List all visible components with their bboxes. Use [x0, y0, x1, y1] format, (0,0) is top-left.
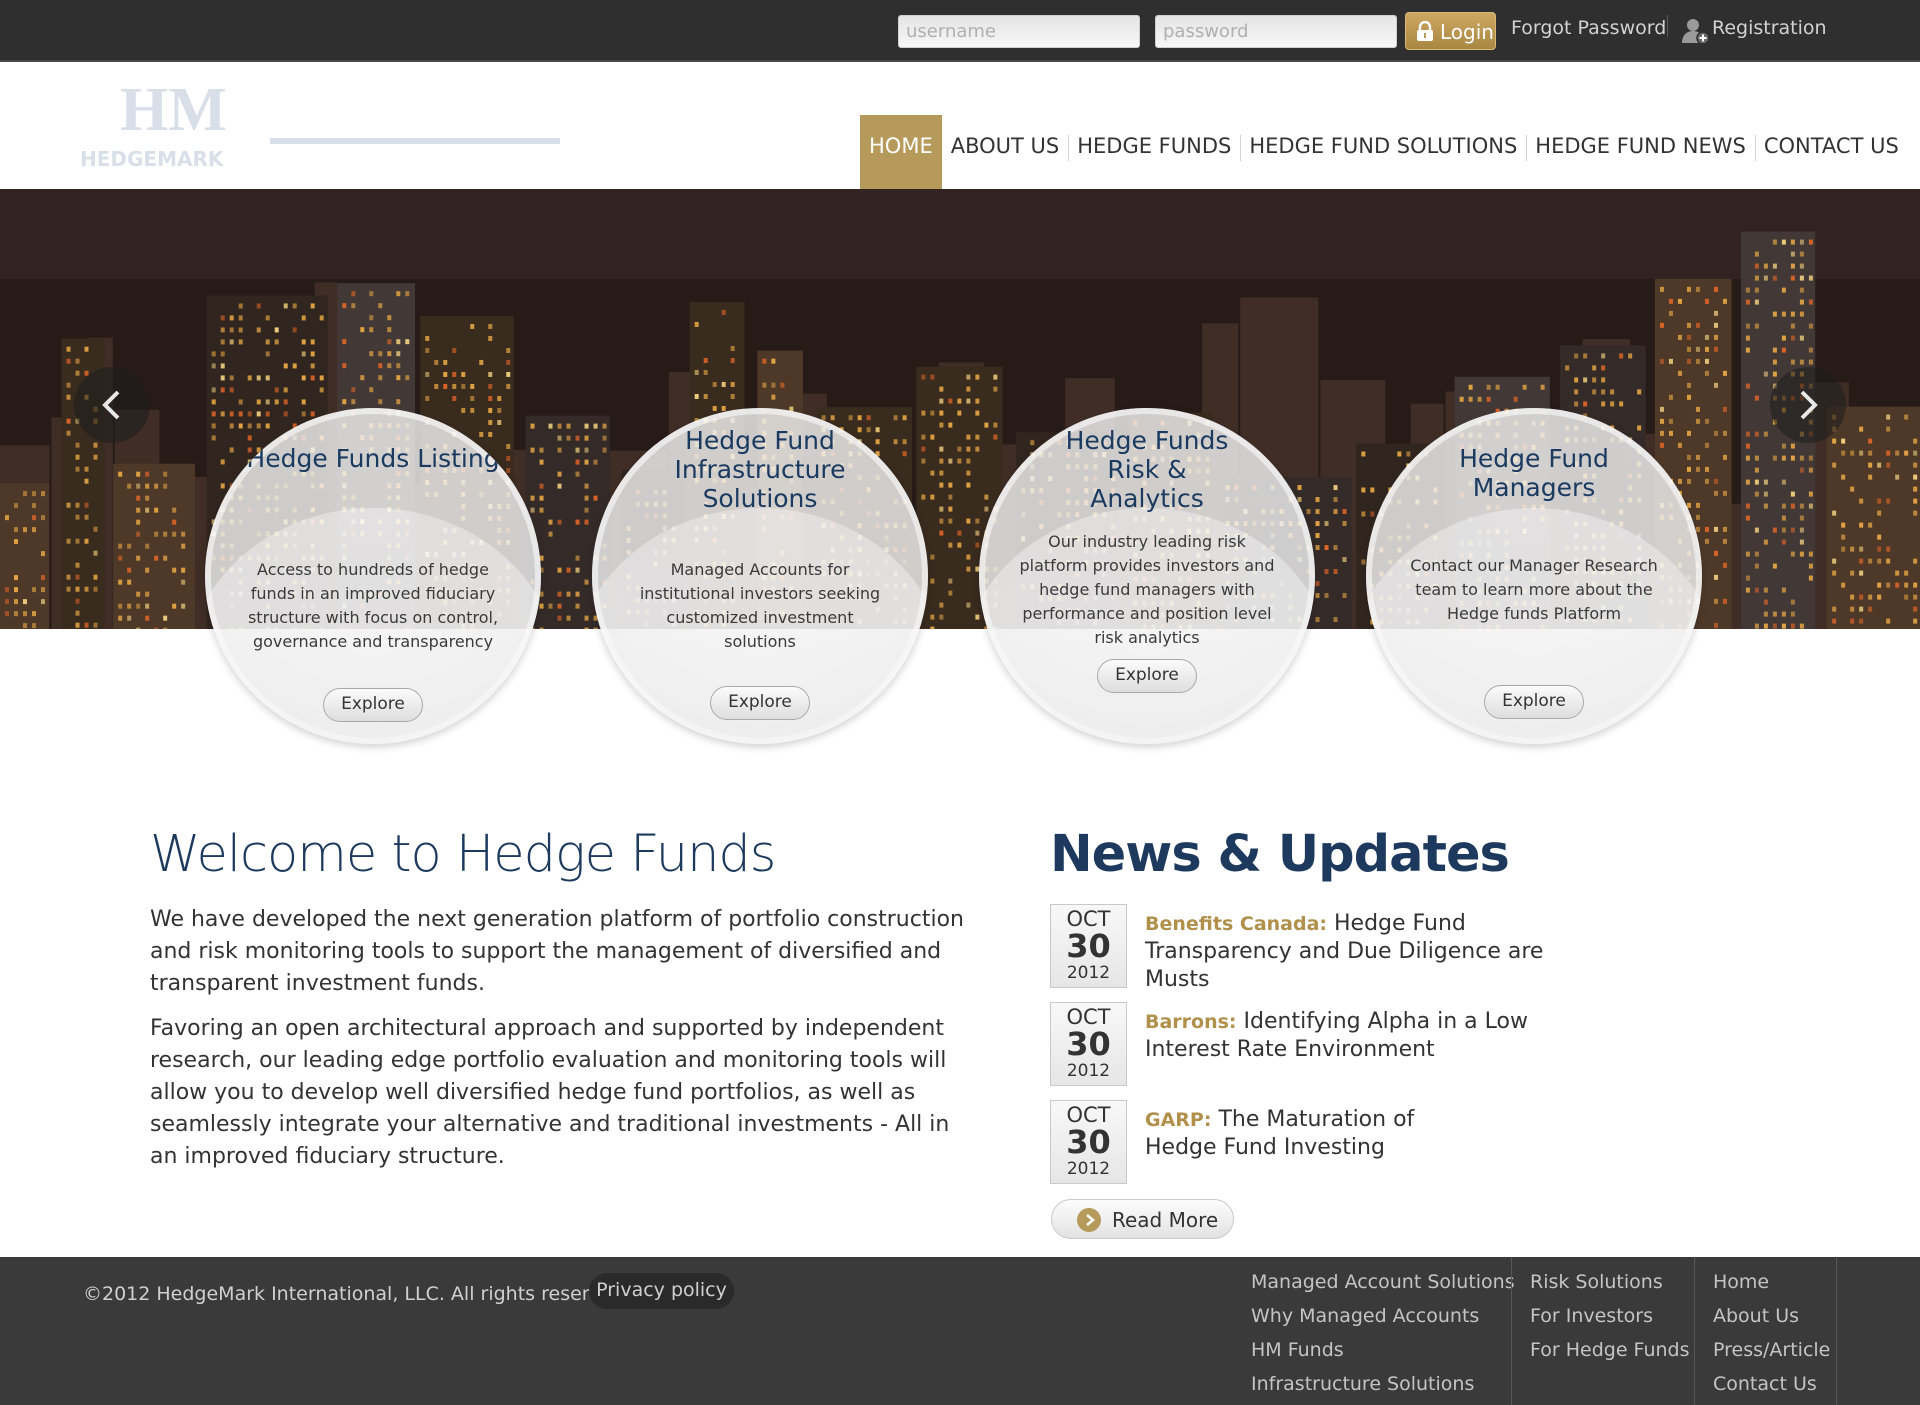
- site-logo[interactable]: HM HEDGEMARK: [80, 70, 570, 171]
- chevron-right-icon: [1800, 390, 1818, 420]
- news-source: Barrons:: [1145, 1011, 1237, 1033]
- date-day: 30: [1066, 1025, 1111, 1063]
- welcome-heading: Welcome to Hedge Funds: [150, 825, 776, 884]
- footer-link[interactable]: Managed Account Solutions: [1251, 1265, 1515, 1299]
- nav-about-us[interactable]: ABOUT US: [942, 115, 1069, 189]
- footer-link[interactable]: Press/Article: [1713, 1333, 1830, 1367]
- slider-next-button[interactable]: [1770, 367, 1846, 443]
- explore-button[interactable]: Explore: [323, 688, 423, 722]
- explore-button[interactable]: Explore: [1484, 685, 1584, 719]
- footer-link[interactable]: Infrastructure Solutions: [1251, 1367, 1515, 1401]
- footer-link[interactable]: Risk Solutions: [1530, 1265, 1690, 1299]
- slider-prev-button[interactable]: [74, 367, 150, 443]
- top-bar: Login Forgot Password Registration: [0, 0, 1920, 62]
- footer-column-risk: Risk Solutions For Investors For Hedge F…: [1530, 1265, 1690, 1367]
- card-description: Managed Accounts for institutional inves…: [639, 560, 881, 651]
- explore-button[interactable]: Explore: [710, 686, 810, 720]
- footer-column-solutions: Managed Account Solutions Why Managed Ac…: [1251, 1265, 1515, 1401]
- login-button[interactable]: Login: [1405, 12, 1496, 50]
- card-title: Hedge Fund Infrastructure Solutions: [674, 426, 846, 513]
- footer-link[interactable]: For Investors: [1530, 1299, 1690, 1333]
- nav-contact-us[interactable]: CONTACT US: [1754, 115, 1908, 189]
- read-more-button[interactable]: Read More: [1051, 1199, 1234, 1239]
- date-day: 30: [1066, 1123, 1111, 1161]
- news-source: Benefits Canada:: [1145, 913, 1328, 935]
- feature-card-risk-analytics: Hedge Funds Risk & Analytics Our industr…: [979, 408, 1315, 744]
- user-add-icon[interactable]: [1681, 16, 1711, 46]
- topbar-divider: [1667, 15, 1668, 37]
- news-item[interactable]: OCT 30 2012 Barrons: Identifying Alpha i…: [1050, 1002, 1590, 1086]
- read-more-label: Read More: [1112, 1208, 1219, 1232]
- news-headline[interactable]: Benefits Canada: Hedge Fund Transparency…: [1145, 910, 1585, 994]
- footer-divider: [1836, 1257, 1837, 1405]
- footer-divider: [1694, 1257, 1695, 1405]
- news-item[interactable]: OCT 30 2012 Benefits Canada: Hedge Fund …: [1050, 904, 1590, 992]
- footer-column-site: Home About Us Press/Article Contact Us: [1713, 1265, 1830, 1401]
- chevron-left-icon: [102, 390, 120, 420]
- date-year: 2012: [1066, 1061, 1111, 1081]
- arrow-circle-icon: [1077, 1208, 1101, 1232]
- news-source: GARP:: [1145, 1109, 1212, 1131]
- footer-link[interactable]: Contact Us: [1713, 1367, 1830, 1401]
- footer-divider: [1511, 1257, 1512, 1405]
- welcome-paragraph: Favoring an open architectural approach …: [150, 1016, 950, 1169]
- news-headline[interactable]: Barrons: Identifying Alpha in a Low Inte…: [1145, 1008, 1585, 1064]
- main-nav: HOME ABOUT US HEDGE FUNDS HEDGE FUND SOL…: [860, 115, 1908, 189]
- news-headline[interactable]: GARP: The Maturation of Hedge Fund Inves…: [1145, 1106, 1485, 1162]
- footer-link[interactable]: For Hedge Funds: [1530, 1333, 1690, 1367]
- news-heading: News & Updates: [1050, 825, 1510, 884]
- card-description: Our industry leading risk platform provi…: [1019, 532, 1275, 647]
- forgot-password-link[interactable]: Forgot Password: [1511, 17, 1666, 39]
- explore-button[interactable]: Explore: [1097, 659, 1197, 693]
- card-title: Hedge Fund Managers: [1459, 444, 1609, 502]
- welcome-paragraph: We have developed the next generation pl…: [150, 907, 964, 996]
- site-footer: ©2012 HedgeMark International, LLC. All …: [0, 1257, 1920, 1405]
- svg-text:HM: HM: [120, 76, 227, 144]
- nav-hedge-fund-solutions[interactable]: HEDGE FUND SOLUTIONS: [1240, 115, 1526, 189]
- feature-card-hedge-funds-listing: Hedge Funds Listing Access to hundreds o…: [205, 408, 541, 744]
- nav-hedge-fund-news[interactable]: HEDGE FUND NEWS: [1526, 115, 1755, 189]
- card-title: Hedge Funds Risk & Analytics: [1065, 426, 1229, 513]
- nav-home[interactable]: HOME: [860, 115, 942, 189]
- card-description: Access to hundreds of hedge funds in an …: [247, 560, 499, 651]
- date-year: 2012: [1066, 1159, 1111, 1179]
- date-badge: OCT 30 2012: [1050, 904, 1127, 988]
- footer-link[interactable]: HM Funds: [1251, 1333, 1515, 1367]
- password-input[interactable]: [1155, 15, 1397, 48]
- lock-icon: [1417, 21, 1433, 41]
- card-description: Contact our Manager Research team to lea…: [1410, 556, 1658, 623]
- date-day: 30: [1066, 927, 1111, 965]
- date-badge: OCT 30 2012: [1050, 1100, 1127, 1184]
- login-label: Login: [1440, 20, 1494, 44]
- feature-card-hedge-fund-managers: Hedge Fund Managers Contact our Manager …: [1366, 408, 1702, 744]
- copyright-text: ©2012 HedgeMark International, LLC. All …: [83, 1283, 631, 1305]
- footer-link[interactable]: Why Managed Accounts: [1251, 1299, 1515, 1333]
- date-badge: OCT 30 2012: [1050, 1002, 1127, 1086]
- footer-link[interactable]: About Us: [1713, 1299, 1830, 1333]
- svg-text:HEDGEMARK: HEDGEMARK: [80, 147, 225, 170]
- site-header: HM HEDGEMARK HOME ABOUT US HEDGE FUNDS H…: [0, 62, 1920, 189]
- news-item[interactable]: OCT 30 2012 GARP: The Maturation of Hedg…: [1050, 1100, 1590, 1184]
- registration-link[interactable]: Registration: [1712, 17, 1827, 39]
- footer-link[interactable]: Home: [1713, 1265, 1830, 1299]
- username-input[interactable]: [898, 15, 1140, 48]
- privacy-policy-link[interactable]: Privacy policy: [589, 1273, 734, 1309]
- card-title: Hedge Funds Listing: [246, 444, 500, 473]
- feature-card-infrastructure-solutions: Hedge Fund Infrastructure Solutions Mana…: [592, 408, 928, 744]
- date-year: 2012: [1066, 963, 1111, 983]
- logo-mark: HM HEDGEMARK: [80, 76, 560, 171]
- nav-hedge-funds[interactable]: HEDGE FUNDS: [1068, 115, 1240, 189]
